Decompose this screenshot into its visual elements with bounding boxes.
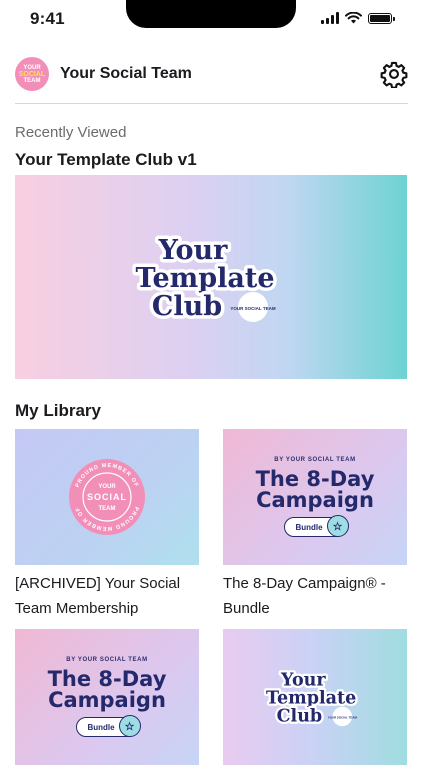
bundle-pill-label: Bundle bbox=[295, 522, 323, 532]
library-card-campaign-bundle[interactable]: BY YOUR SOCIAL TEAM The 8-Day Campaign B… bbox=[223, 429, 407, 621]
badge-line3: TEAM bbox=[99, 506, 116, 512]
logo-your: Your bbox=[158, 235, 229, 266]
bundle-pill: Bundle ☆ bbox=[76, 715, 141, 737]
status-bar: 9:41 bbox=[0, 0, 422, 44]
campaign-title-line2: Campaign bbox=[256, 488, 374, 512]
battery-icon bbox=[368, 12, 395, 24]
status-time: 9:41 bbox=[30, 9, 65, 28]
logo-template: Template bbox=[135, 263, 274, 294]
membership-badge: PROUND MEMBER OF PROUND MEMBER OF YOUR S… bbox=[69, 459, 145, 535]
my-library-title: My Library bbox=[15, 401, 101, 420]
wifi-icon bbox=[345, 12, 362, 24]
logo-club: Club bbox=[152, 291, 222, 322]
logo-badge-text: YOUR SOCIAL TEAM bbox=[230, 306, 275, 311]
library-card-thumbnail[interactable]: BY YOUR SOCIAL TEAM The 8-Day Campaign B… bbox=[15, 629, 199, 765]
recently-viewed-label: Recently Viewed bbox=[15, 124, 127, 141]
campaign-title-line2: Campaign bbox=[48, 688, 166, 712]
library-card-thumbnail[interactable]: BY YOUR SOCIAL TEAM The 8-Day Campaign B… bbox=[223, 429, 407, 565]
logo-club: Club bbox=[277, 707, 323, 727]
star-icon: ☆ bbox=[326, 515, 349, 537]
status-icons bbox=[321, 12, 395, 24]
library-card-campaign[interactable]: BY YOUR SOCIAL TEAM The 8-Day Campaign B… bbox=[15, 629, 199, 765]
library-card-membership[interactable]: PROUND MEMBER OF PROUND MEMBER OF YOUR S… bbox=[15, 429, 199, 621]
badge-line1: YOUR bbox=[98, 484, 116, 490]
bundle-pill-label: Bundle bbox=[87, 722, 115, 732]
library-card-thumbnail[interactable]: PROUND MEMBER OF PROUND MEMBER OF YOUR S… bbox=[15, 429, 199, 565]
bundle-pill: Bundle ☆ bbox=[284, 515, 349, 537]
by-line: BY YOUR SOCIAL TEAM bbox=[66, 657, 148, 663]
campaign-title-line1: The 8-Day bbox=[255, 467, 375, 491]
logo-your: Your bbox=[280, 670, 326, 690]
avatar-logo: YOUR SOCIAL TEAM bbox=[19, 65, 45, 84]
star-icon: ☆ bbox=[118, 715, 141, 737]
logo-template: Template bbox=[266, 689, 356, 709]
template-club-logo: Your Your Template Template Club Club YO… bbox=[264, 668, 359, 728]
recent-item-thumbnail[interactable]: Your Your Template Template Club Club YO… bbox=[15, 175, 407, 379]
by-line: BY YOUR SOCIAL TEAM bbox=[274, 457, 356, 463]
recent-item-title[interactable]: Your Template Club v1 bbox=[15, 150, 197, 170]
settings-gear-icon[interactable] bbox=[380, 60, 408, 88]
cellular-signal-icon bbox=[321, 12, 339, 24]
library-card-thumbnail[interactable]: Your Your Template Template Club Club YO… bbox=[223, 629, 407, 765]
team-avatar[interactable]: YOUR SOCIAL TEAM bbox=[15, 57, 49, 91]
avatar-line2: SOCIAL bbox=[18, 70, 46, 78]
template-club-logo: Your Your Template Template Club Club YO… bbox=[132, 232, 278, 324]
device-notch bbox=[126, 0, 296, 28]
badge-line2: SOCIAL bbox=[87, 492, 127, 502]
avatar-line3: TEAM bbox=[23, 77, 41, 84]
campaign-title-line1: The 8-Day bbox=[47, 667, 167, 691]
logo-badge-text: YOUR SOCIAL TEAM bbox=[328, 715, 358, 719]
library-card-template-club[interactable]: Your Your Template Template Club Club YO… bbox=[223, 629, 407, 765]
library-card-label[interactable]: [ARCHIVED] Your Social Team Membership bbox=[15, 571, 199, 621]
team-name[interactable]: Your Social Team bbox=[60, 65, 192, 83]
library-card-label[interactable]: The 8-Day Campaign® - Bundle bbox=[223, 571, 407, 621]
app-header: YOUR SOCIAL TEAM Your Social Team bbox=[15, 56, 408, 104]
